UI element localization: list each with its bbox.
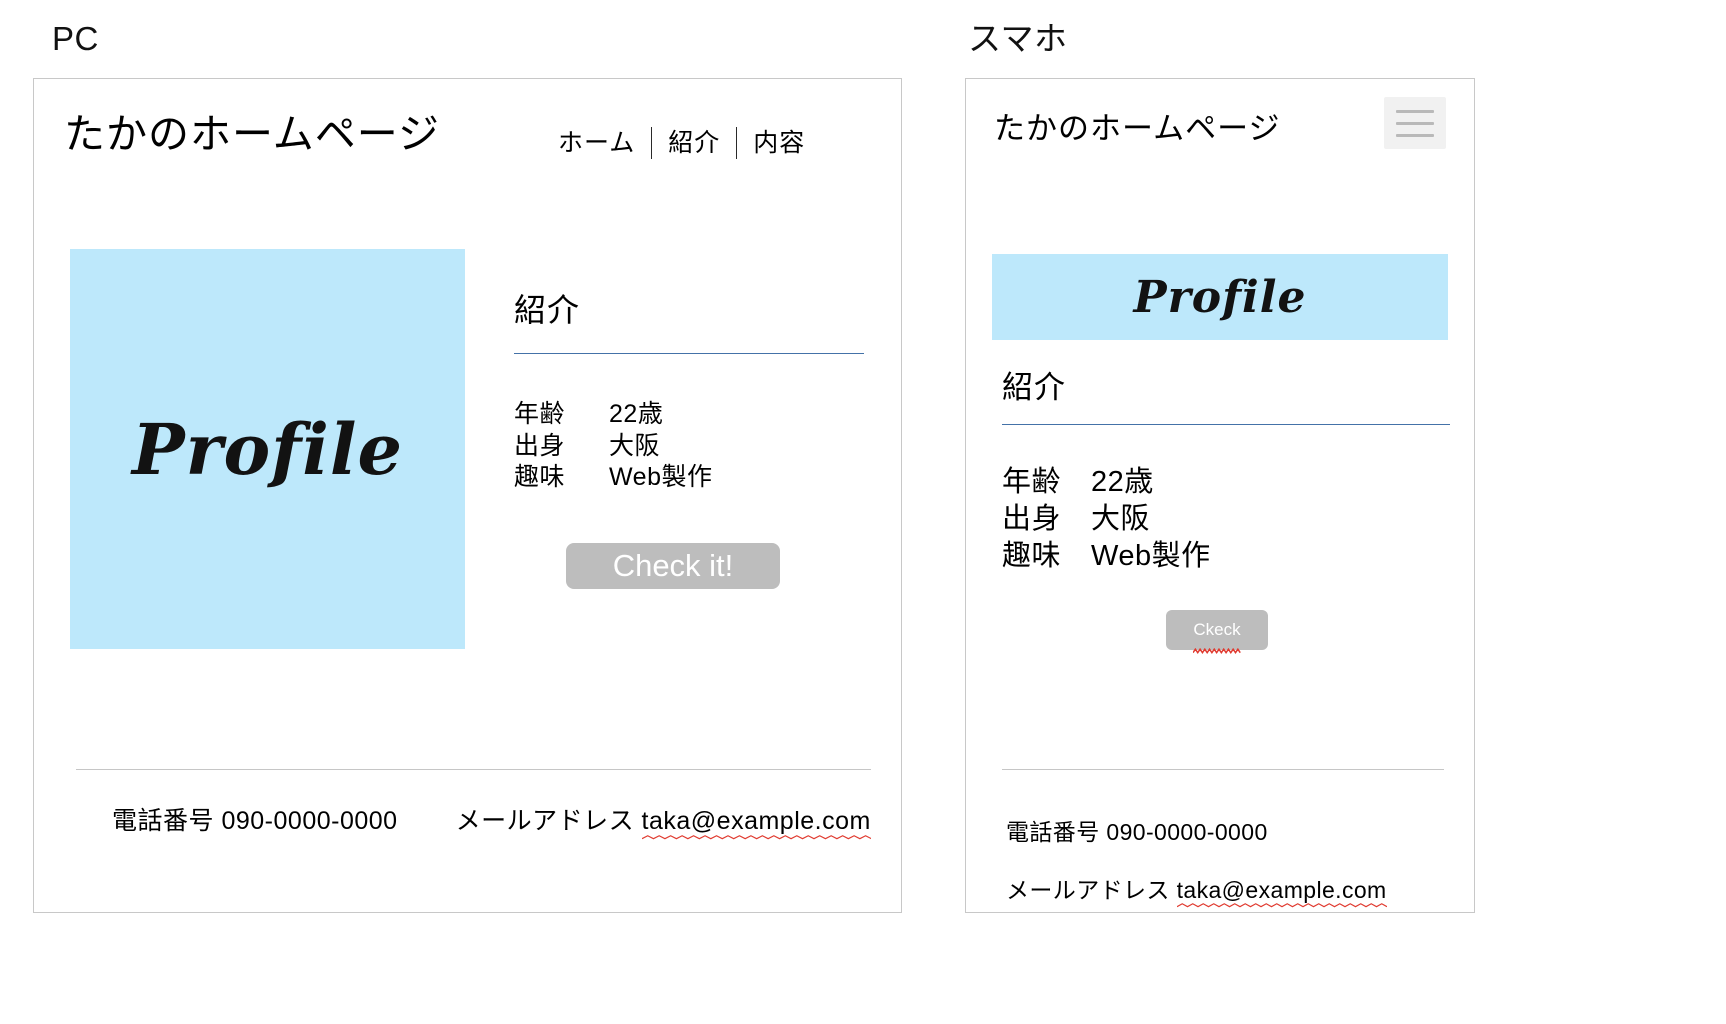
mobile-button-row: Ckeck: [1002, 609, 1450, 650]
hamburger-bar: [1396, 121, 1434, 125]
pc-footer-phone-label: 電話番号: [112, 807, 215, 835]
pc-check-button[interactable]: Check it!: [566, 542, 780, 589]
pc-caption: PC: [52, 20, 99, 57]
pc-section-heading: 紹介: [514, 292, 581, 328]
pc-footer-mail-label: メールアドレス: [455, 807, 635, 835]
mobile-footer-mail-label: メールアドレス: [1006, 876, 1170, 903]
info-value-origin: 大阪: [609, 431, 661, 460]
info-value-age: 22歳: [1091, 466, 1154, 499]
hamburger-bar: [1396, 133, 1434, 137]
hamburger-icon[interactable]: [1384, 97, 1446, 149]
mobile-info-table: 年齢 22歳 出身 大阪 趣味 Web製作: [1002, 465, 1211, 575]
mobile-site-title: たかのホームページ: [994, 111, 1281, 146]
mobile-footer-phone-value: 090-0000-0000: [1106, 819, 1268, 845]
table-row: 年齢 22歳: [1002, 465, 1211, 502]
spellcheck-underline-icon: [1193, 648, 1240, 655]
table-row: 趣味 Web製作: [514, 463, 712, 495]
mobile-check-button-label: Ckeck: [1193, 619, 1241, 639]
mobile-footer-phone: 電話番号 090-0000-0000: [1006, 819, 1387, 847]
info-value-age: 22歳: [609, 400, 664, 429]
info-key-age: 年齢: [1002, 466, 1062, 499]
mobile-footer-mail: メールアドレス taka@example.com: [1006, 877, 1387, 905]
nav-link-home[interactable]: ホーム: [542, 128, 651, 158]
pc-profile-image: Profile: [70, 249, 465, 649]
pc-footer-phone-value: 090-0000-0000: [221, 807, 398, 835]
info-key-origin: 出身: [1002, 502, 1062, 535]
mobile-intro-section: 紹介 年齢 22歳 出身 大阪 趣味 Web製作 Ckeck: [1002, 369, 1450, 650]
info-value-hobby: Web製作: [609, 463, 713, 492]
nav-link-contents[interactable]: 内容: [737, 128, 821, 158]
mobile-check-button[interactable]: Ckeck: [1166, 609, 1268, 650]
table-row: 趣味 Web製作: [1002, 539, 1211, 576]
screenshot-stage: PC スマホ たかのホームページ ホーム 紹介 内容 Profile 紹介 年齢…: [0, 0, 1726, 1024]
pc-footer-mail-value-wrap: taka@example.com: [641, 807, 871, 836]
mobile-footer-phone-label: 電話番号: [1006, 819, 1100, 845]
nav-link-profile[interactable]: 紹介: [652, 128, 736, 158]
mobile-caption: スマホ: [968, 20, 1068, 57]
pc-footer-mail-value: taka@example.com: [641, 807, 871, 835]
mobile-heading-rule: [1002, 424, 1450, 426]
mobile-section-heading: 紹介: [1002, 370, 1066, 405]
mobile-check-button-label-wrap: Ckeck: [1193, 610, 1241, 650]
pc-button-row: Check it!: [514, 542, 864, 589]
hamburger-bar: [1396, 109, 1434, 113]
profile-image-text: Profile: [1133, 271, 1307, 323]
pc-footer-phone: 電話番号 090-0000-0000: [112, 801, 398, 837]
mobile-preview-panel: たかのホームページ Profile 紹介 年齢 22歳 出身 大阪 趣味 Web…: [965, 78, 1475, 913]
info-key-hobby: 趣味: [514, 463, 566, 492]
pc-preview-panel: たかのホームページ ホーム 紹介 内容 Profile 紹介 年齢 22歳 出身…: [33, 78, 902, 913]
mobile-profile-image: Profile: [992, 254, 1448, 340]
pc-intro-section: 紹介 年齢 22歳 出身 大阪 趣味 Web製作 Check it!: [514, 291, 864, 589]
info-value-hobby: Web製作: [1091, 539, 1211, 572]
pc-site-footer: 電話番号 090-0000-0000 メールアドレス taka@example.…: [112, 801, 871, 837]
info-value-origin: 大阪: [1091, 502, 1151, 535]
mobile-footer-mail-value-wrap: taka@example.com: [1176, 876, 1387, 905]
mobile-footer-mail-value: taka@example.com: [1176, 876, 1387, 903]
mobile-site-footer: 電話番号 090-0000-0000 メールアドレス taka@example.…: [1006, 819, 1387, 904]
spellcheck-underline-icon: [1177, 902, 1387, 909]
table-row: 出身 大阪: [1002, 502, 1211, 539]
pc-site-title: たかのホームページ: [64, 111, 440, 157]
table-row: 年齢 22歳: [514, 400, 712, 432]
mobile-footer-divider: [1002, 769, 1444, 770]
info-key-age: 年齢: [514, 400, 566, 429]
profile-image-text: Profile: [131, 407, 404, 491]
pc-primary-nav: ホーム 紹介 内容: [542, 127, 821, 159]
pc-heading-rule: [514, 353, 864, 355]
info-key-origin: 出身: [514, 431, 566, 460]
pc-footer-divider: [76, 769, 871, 770]
table-row: 出身 大阪: [514, 432, 712, 464]
info-key-hobby: 趣味: [1002, 539, 1062, 572]
spellcheck-underline-icon: [642, 834, 871, 841]
pc-footer-mail: メールアドレス taka@example.com: [456, 801, 871, 837]
pc-info-table: 年齢 22歳 出身 大阪 趣味 Web製作: [514, 400, 712, 495]
